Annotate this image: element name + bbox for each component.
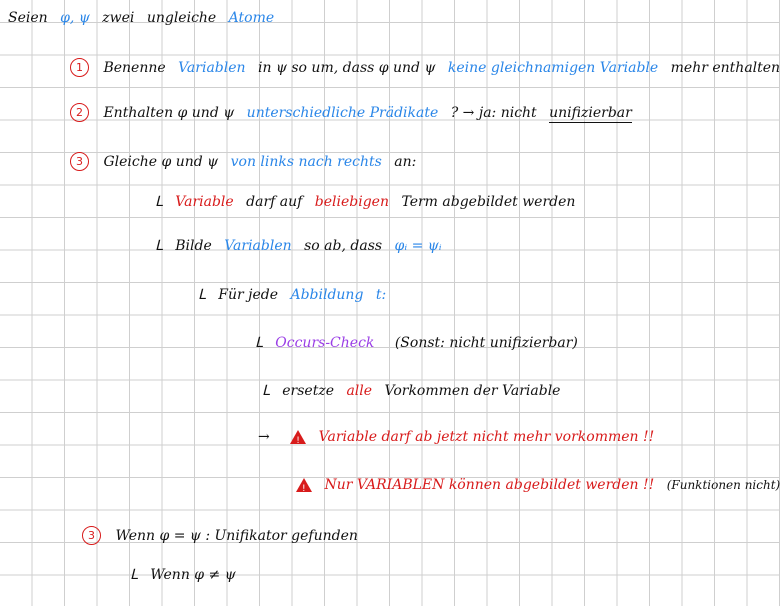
text-different-predicates: unterschiedliche Prädikate [246,104,439,121]
line-bilde: ᒪ Bilde Variablen so ab, dass φᵢ = ψᵢ [155,237,442,255]
line-warning-1: → Variable darf ab jetzt nicht mehr vork… [258,428,655,450]
text-phi-i-eq-psi-i: φᵢ = ψᵢ [394,238,442,254]
warning-icon [296,478,312,498]
text-t: t: [375,287,387,303]
branch-hook-icon: ᒪ [155,194,163,210]
text-phi-psi: φ, ψ [60,10,90,26]
text-vorkommen: Vorkommen der Variable [384,383,561,399]
text-left-to-right: von links nach rechts [230,153,382,170]
line-ersetze: ᒪ ersetze alle Vorkommen der Variable [262,382,560,400]
line-step-4: 3 Wenn φ = ψ : Unifikator gefunden [82,526,358,545]
text-only-variables: Nur VARIABLEN können abgebildet werden !… [324,477,655,493]
text-ersetze: ersetze [282,383,334,399]
text-occurs-check: Occurs-Check [275,335,375,351]
text-variable-no-more: Variable darf ab jetzt nicht mehr vorkom… [318,429,655,445]
step-number-circle: 2 [70,103,89,122]
branch-hook-icon: ᒪ [262,383,270,399]
text-sonst-nicht-unifizierbar: (Sonst: nicht unifizierbar) [394,335,578,351]
warning-icon [290,430,307,450]
line-step-3: 3 Gleiche φ und ψ von links nach rechts … [70,152,416,171]
text-ungleiche: ungleiche [146,10,217,26]
text-variable: Variable [175,194,234,210]
text-unifier-found: Wenn φ = ψ : Unifikator gefunden [115,527,358,544]
line-variable-term: ᒪ Variable darf auf beliebigen Term abge… [155,193,575,211]
arrow-right-icon: → [258,429,270,445]
text-no-same-name: keine gleichnamigen Variable [447,59,659,76]
text-zwei: zwei [102,10,135,26]
notebook-page: Seien φ, ψ zwei ungleiche Atome 1 Benenn… [0,0,780,606]
text-an: an: [394,153,417,170]
branch-hook-icon: ᒪ [155,238,163,254]
line-intro: Seien φ, ψ zwei ungleiche Atome [8,9,274,27]
text-atome: Atome [228,10,275,26]
text-so-ab-dass: so ab, dass [304,238,383,254]
text-rename-desc: in ψ so um, dass φ und ψ [258,59,436,76]
text-variablen: Variablen [224,238,292,254]
text-question-arrow: ? → ja: nicht [450,104,537,121]
text-alle: alle [346,383,373,399]
step-number-circle: 1 [70,58,89,77]
line-occurs-check: ᒪ Occurs-Check (Sonst: nicht unifizierba… [255,334,578,352]
text-gleiche: Gleiche φ und ψ [103,153,219,170]
line-warning-2: Nur VARIABLEN können abgebildet werden !… [296,476,780,498]
text-functions-not: (Funktionen nicht) [666,478,780,492]
text-bilde: Bilde [175,238,212,254]
line-fuer-jede: ᒪ Für jede Abbildung t: [198,286,386,304]
text-unifizierbar: unifizierbar [549,104,632,123]
text-seien: Seien [8,10,48,26]
text-beliebigen: beliebigen [314,194,389,210]
text-darf-auf: darf auf [246,194,303,210]
line-step-2: 2 Enthalten φ und ψ unterschiedliche Prä… [70,103,632,123]
text-wenn-not-equal: Wenn φ ≠ ψ [150,567,236,583]
text-fuer-jede: Für jede [218,287,279,303]
branch-hook-icon: ᒪ [255,335,263,351]
line-not-equal: ᒪ Wenn φ ≠ ψ [130,566,236,584]
text-variablen: Variablen [178,59,246,76]
line-step-1: 1 Benenne Variablen in ψ so um, dass φ u… [70,58,780,77]
step-number-circle: 3 [70,152,89,171]
text-abbildung: Abbildung [290,287,364,303]
text-enthalten: Enthalten φ und ψ [103,104,235,121]
text-benenne: Benenne [103,59,166,76]
branch-hook-icon: ᒪ [198,287,206,303]
text-mehr-enthalten: mehr enthalten [670,59,780,76]
text-term-abgebildet: Term abgebildet werden [401,194,576,210]
step-number-circle: 3 [82,526,101,545]
branch-hook-icon: ᒪ [130,567,138,583]
